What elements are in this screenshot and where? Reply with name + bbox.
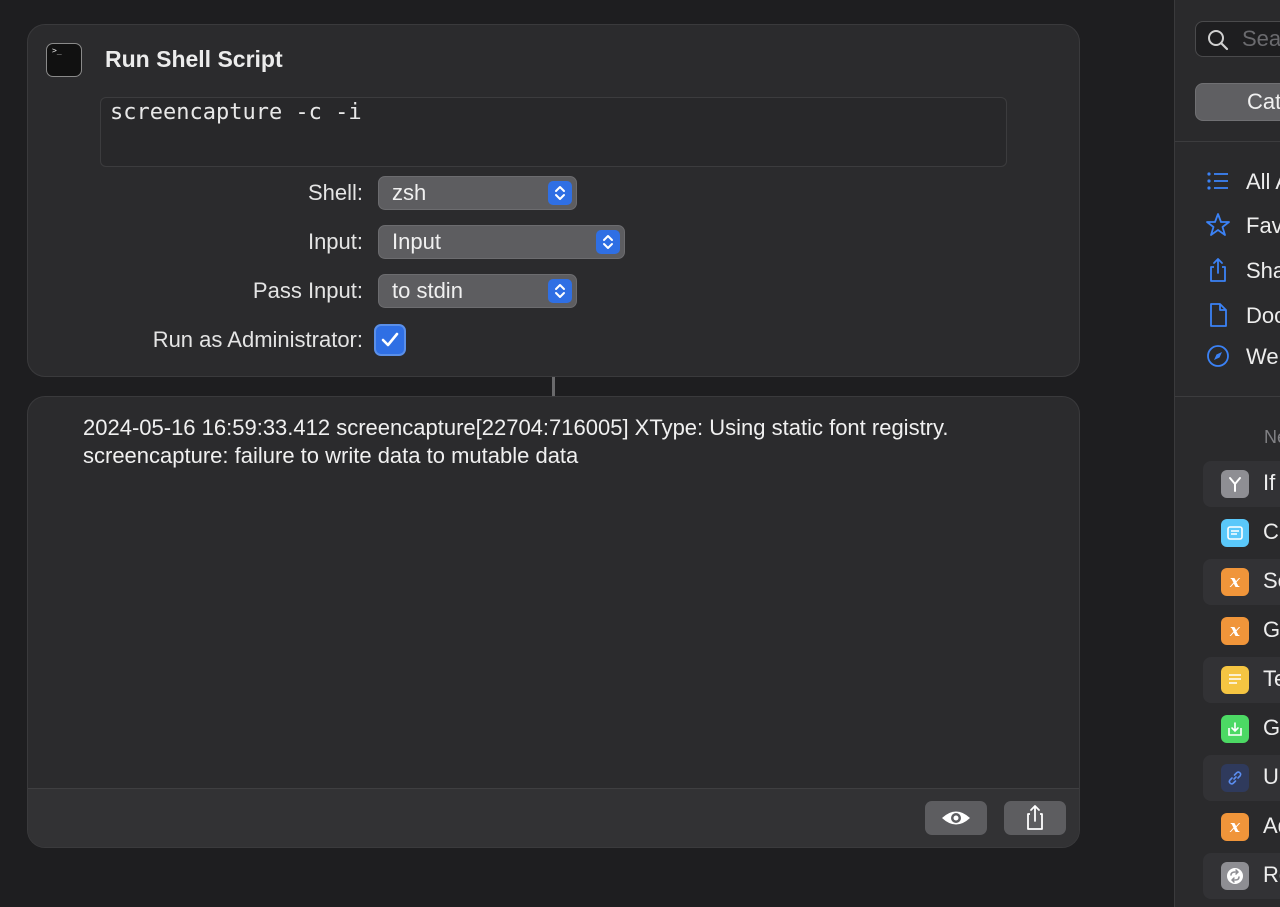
pass-input-value: to stdin — [392, 278, 463, 303]
variable-icon: x — [1221, 617, 1249, 645]
action-item-add-to-variable[interactable]: x Ad — [1203, 804, 1280, 850]
action-connector — [552, 377, 555, 397]
nav-item-web[interactable]: We — [1205, 343, 1280, 373]
action-label: If — [1263, 470, 1276, 495]
share-icon — [1027, 805, 1043, 830]
if-icon — [1221, 470, 1249, 498]
action-item-set-variable[interactable]: x Se — [1203, 559, 1280, 605]
repeat-icon — [1221, 862, 1249, 890]
nav-item-all[interactable]: All A — [1205, 168, 1280, 198]
eye-icon — [942, 811, 970, 825]
shell-label: Shell: — [307, 180, 363, 205]
action-item-get-variable[interactable]: x G — [1203, 608, 1280, 654]
action-library-pane: Sea Cat All A Fav Sha Doc We — [1174, 0, 1280, 907]
divider — [1175, 141, 1280, 142]
output-line: screencapture: failure to write data to … — [83, 443, 579, 468]
variable-icon: x — [1221, 813, 1249, 841]
search-icon — [1208, 30, 1229, 51]
checkmark-icon — [381, 332, 399, 347]
input-label: Input: — [307, 229, 363, 254]
comment-icon — [1221, 519, 1249, 547]
nav-label: All A — [1246, 169, 1280, 194]
action-item-comment[interactable]: C — [1203, 510, 1280, 556]
results-toolbar — [28, 788, 1079, 847]
action-label: Re — [1263, 862, 1280, 887]
output-line: 2024-05-16 16:59:33.412 screencapture[22… — [83, 415, 949, 440]
action-item-get-contents[interactable]: G — [1203, 706, 1280, 752]
admin-label: Run as Administrator: — [152, 327, 363, 352]
chevron-updown-icon — [548, 181, 572, 205]
link-icon — [1221, 764, 1249, 792]
action-item-repeat[interactable]: Re — [1203, 853, 1280, 899]
action-label: Ad — [1263, 813, 1280, 838]
pass-input-popup[interactable]: to stdin — [378, 274, 577, 308]
input-popup[interactable]: Input — [378, 225, 625, 259]
shell-popup[interactable]: zsh — [378, 176, 577, 210]
library-search-field[interactable]: Sea — [1195, 21, 1280, 57]
section-header: Ne — [1264, 427, 1280, 447]
text-icon — [1221, 666, 1249, 694]
action-label: C — [1263, 519, 1279, 544]
show-results-button[interactable] — [925, 801, 987, 835]
chevron-updown-icon — [548, 279, 572, 303]
star-icon — [1206, 213, 1230, 236]
document-icon — [1210, 303, 1227, 327]
segment-label: Cat — [1247, 89, 1280, 114]
results-panel: 2024-05-16 16:59:33.412 screencapture[22… — [27, 396, 1080, 848]
action-label: Te — [1263, 666, 1280, 691]
segment-categories[interactable]: Cat — [1195, 83, 1280, 121]
download-icon — [1221, 715, 1249, 743]
chevron-updown-icon — [596, 230, 620, 254]
input-value: Input — [392, 229, 441, 254]
share-button[interactable] — [1004, 801, 1066, 835]
action-label: Se — [1263, 568, 1280, 593]
nav-label: Fav — [1246, 213, 1280, 238]
action-item-if[interactable]: If — [1203, 461, 1280, 507]
action-label: G — [1263, 617, 1280, 642]
nav-item-sharing[interactable]: Sha — [1205, 257, 1280, 287]
script-text[interactable]: screencapture -c -i — [110, 100, 362, 125]
divider — [1175, 396, 1280, 397]
pass-input-label: Pass Input: — [252, 278, 363, 303]
action-item-text[interactable]: Te — [1203, 657, 1280, 703]
nav-label: Doc — [1246, 303, 1280, 328]
action-item-url[interactable]: U — [1203, 755, 1280, 801]
nav-item-documents[interactable]: Doc — [1205, 302, 1280, 332]
list-icon — [1207, 172, 1228, 190]
shell-value: zsh — [392, 180, 427, 205]
action-title: Run Shell Script — [105, 46, 283, 72]
run-as-admin-checkbox[interactable] — [374, 324, 406, 356]
share-icon — [1210, 258, 1226, 282]
action-label: G — [1263, 715, 1280, 740]
nav-label: Sha — [1246, 258, 1280, 283]
action-label: U — [1263, 764, 1279, 789]
nav-item-favorites[interactable]: Fav — [1205, 212, 1280, 242]
search-placeholder: Sea — [1242, 26, 1280, 51]
compass-icon — [1207, 345, 1229, 367]
nav-label: We — [1246, 344, 1279, 369]
terminal-icon: >_ — [46, 43, 82, 77]
variable-icon: x — [1221, 568, 1249, 596]
